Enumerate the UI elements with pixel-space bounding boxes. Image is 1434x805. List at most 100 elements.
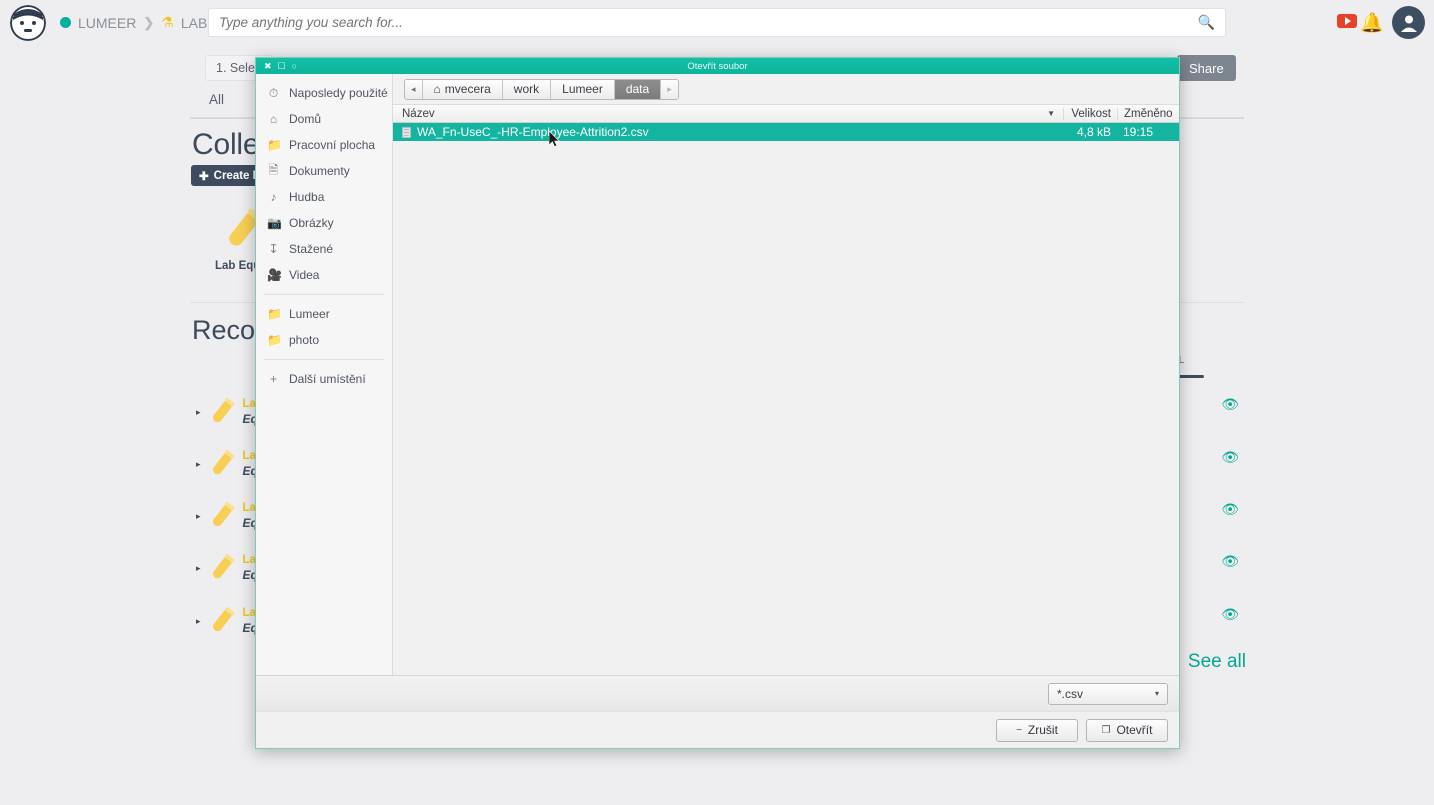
sidebar-item-label: photo [289, 333, 320, 347]
minus-icon: − [1016, 724, 1022, 736]
sidebar-divider [264, 294, 384, 295]
download-icon: ↧ [268, 242, 279, 256]
file-type-filter-value: *.csv [1057, 686, 1084, 701]
sidebar-divider [264, 359, 384, 360]
file-pane: ◂ ⌂ mvecera work Lumeer data ▸ Název ▼ V… [393, 74, 1179, 675]
clock-icon: ⏱ [268, 85, 279, 100]
file-name-label: WA_Fn-UseC_-HR-Employee-Attrition2.csv [417, 125, 649, 139]
logo-face-icon [10, 4, 46, 41]
sidebar-item-home[interactable]: ⌂ Domů [256, 106, 392, 132]
page-title: Colle [192, 128, 260, 161]
see-all-link[interactable]: See all [1188, 651, 1246, 673]
app-logo-avatar[interactable] [10, 4, 46, 41]
top-bar: LUMEER ❯ ⚗ LAB1 🔍 🔔 [0, 0, 1434, 45]
sidebar-item-music[interactable]: ♪ Hudba [256, 184, 392, 210]
eye-icon[interactable]: 👁 [1221, 606, 1239, 623]
expand-caret-icon[interactable]: ▸ [196, 407, 201, 418]
dialog-action-bar: − Zrušit ❐ Otevřít [256, 711, 1179, 748]
sidebar-item-documents[interactable]: 🗎 Dokumenty [256, 158, 392, 184]
sidebar-item-label: Obrázky [289, 216, 334, 230]
expand-caret-icon[interactable]: ▸ [196, 459, 201, 470]
close-icon[interactable]: ✖ [264, 61, 272, 71]
tab-all[interactable]: All [209, 92, 224, 113]
expand-caret-icon[interactable]: ▸ [196, 616, 201, 627]
file-modified-cell: 19:15 [1123, 125, 1154, 139]
window-controls: ✖ ☐ ○ [264, 61, 297, 71]
sidebar-item-desktop[interactable]: 📁 Pracovní plocha [256, 132, 392, 158]
eye-icon[interactable]: 👁 [1221, 553, 1239, 570]
path-segment-label: work [513, 82, 540, 96]
eye-icon[interactable]: 👁 [1221, 449, 1239, 466]
file-name-cell: WA_Fn-UseC_-HR-Employee-Attrition2.csv [393, 125, 1063, 139]
plus-circle-icon: ✚ [199, 170, 209, 183]
test-tube-icon [212, 450, 234, 475]
path-segment-mvecera[interactable]: ⌂ mvecera [422, 79, 503, 99]
file-open-dialog: ✖ ☐ ○ Otevřít soubor ⏱ Naposledy použité… [255, 57, 1180, 749]
folder-icon: 📁 [267, 138, 282, 152]
path-segment-work[interactable]: work [502, 79, 552, 99]
sidebar-item-videos[interactable]: 🎥 Videa [256, 262, 392, 288]
chevron-right-icon: ❯ [143, 14, 155, 30]
cancel-button[interactable]: − Zrušit [996, 718, 1078, 742]
eye-icon[interactable]: 👁 [1221, 396, 1239, 413]
eye-icon[interactable]: 👁 [1221, 501, 1239, 518]
test-tube-icon [212, 554, 234, 579]
path-segment-data[interactable]: data [614, 79, 662, 99]
sidebar-item-label: Dokumenty [289, 164, 350, 178]
column-header-size[interactable]: Velikost [1063, 107, 1117, 120]
path-segment-label: data [625, 82, 650, 96]
open-button[interactable]: ❐ Otevřít [1086, 718, 1168, 742]
home-icon: ⌂ [433, 82, 441, 96]
open-folder-icon: ❐ [1101, 724, 1111, 736]
camera-icon: 📷 [267, 216, 282, 230]
test-tube-icon [212, 502, 234, 527]
search-icon[interactable]: 🔍 [1198, 14, 1215, 31]
sidebar-item-label: Domů [289, 112, 322, 126]
sidebar-item-downloads[interactable]: ↧ Stažené [256, 236, 392, 262]
maximize-icon[interactable]: ☐ [278, 61, 286, 71]
open-button-label: Otevřít [1116, 723, 1153, 737]
status-dot-icon [60, 17, 71, 28]
sidebar-item-label: Další umístění [289, 372, 366, 386]
recent-section-title: Reco [192, 315, 256, 345]
user-glyph-icon [1400, 15, 1417, 32]
file-list[interactable]: WA_Fn-UseC_-HR-Employee-Attrition2.csv 4… [393, 123, 1179, 675]
dialog-body: ⏱ Naposledy použité ⌂ Domů 📁 Pracovní pl… [256, 74, 1179, 675]
column-header-name[interactable]: Název ▼ [393, 108, 1063, 120]
sidebar-item-recent[interactable]: ⏱ Naposledy použité [256, 80, 392, 106]
user-avatar-icon[interactable] [1392, 6, 1425, 39]
search-input[interactable] [219, 15, 1198, 30]
path-bar: ◂ ⌂ mvecera work Lumeer data ▸ [393, 74, 1179, 104]
breadcrumb: LUMEER ❯ ⚗ LAB1 [60, 14, 215, 31]
file-type-filter-select[interactable]: *.csv ▾ [1048, 682, 1168, 705]
sort-descending-icon[interactable]: ▼ [1047, 109, 1055, 118]
dialog-title: Otevřít soubor [687, 60, 748, 72]
file-list-header: Název ▼ Velikost Změněno [393, 104, 1179, 123]
csv-file-icon [402, 126, 411, 138]
file-row-selected[interactable]: WA_Fn-UseC_-HR-Employee-Attrition2.csv 4… [393, 123, 1179, 141]
column-header-modified[interactable]: Změněno [1117, 107, 1179, 120]
minimize-icon[interactable]: ○ [292, 61, 297, 71]
youtube-icon[interactable] [1337, 14, 1357, 28]
sidebar-item-lumeer[interactable]: 📁 Lumeer [256, 301, 392, 327]
sidebar-item-pictures[interactable]: 📷 Obrázky [256, 210, 392, 236]
search-box[interactable]: 🔍 [208, 8, 1226, 37]
folder-icon: 📁 [267, 307, 282, 321]
sidebar-item-label: Lumeer [289, 307, 330, 321]
flask-icon: ⚗ [161, 14, 174, 30]
mouse-cursor [549, 131, 560, 147]
sidebar-item-photo[interactable]: 📁 photo [256, 327, 392, 353]
expand-caret-icon[interactable]: ▸ [196, 563, 201, 574]
path-forward-button[interactable]: ▸ [661, 79, 678, 99]
dialog-titlebar[interactable]: ✖ ☐ ○ Otevřít soubor [256, 58, 1179, 74]
sidebar-item-other-locations[interactable]: + Další umístění [256, 366, 392, 392]
chevron-down-icon: ▾ [1154, 689, 1159, 698]
breadcrumb-item-organization[interactable]: LUMEER [78, 15, 136, 31]
expand-caret-icon[interactable]: ▸ [196, 511, 201, 522]
path-segment-lumeer[interactable]: Lumeer [551, 79, 615, 99]
path-back-button[interactable]: ◂ [405, 79, 423, 99]
bell-icon[interactable]: 🔔 [1360, 11, 1384, 35]
test-tube-icon [212, 607, 234, 632]
filter-bar: *.csv ▾ [256, 675, 1179, 711]
share-button[interactable]: Share [1177, 55, 1236, 81]
